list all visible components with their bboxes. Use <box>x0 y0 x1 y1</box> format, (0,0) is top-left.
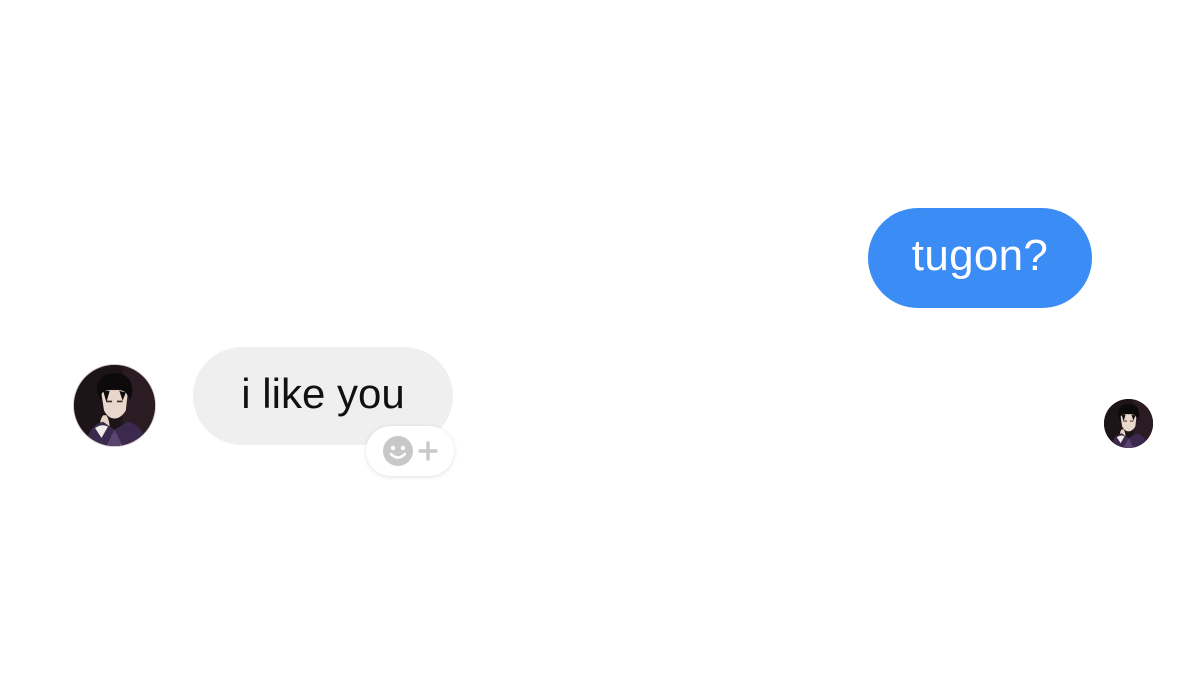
profile-photo-avatar-icon <box>74 365 155 446</box>
incoming-message-text: i like you <box>241 370 405 417</box>
read-receipt-avatar <box>1104 399 1153 448</box>
chat-thread: tugon? i like you <box>0 0 1200 675</box>
add-reaction-button[interactable] <box>366 426 454 476</box>
smiley-face-icon <box>383 436 413 466</box>
profile-photo-avatar-icon <box>1104 399 1153 448</box>
sender-avatar[interactable] <box>73 364 156 447</box>
plus-icon <box>418 441 438 461</box>
outgoing-message-text: tugon? <box>911 231 1049 280</box>
outgoing-message-bubble[interactable]: tugon? <box>868 208 1092 308</box>
